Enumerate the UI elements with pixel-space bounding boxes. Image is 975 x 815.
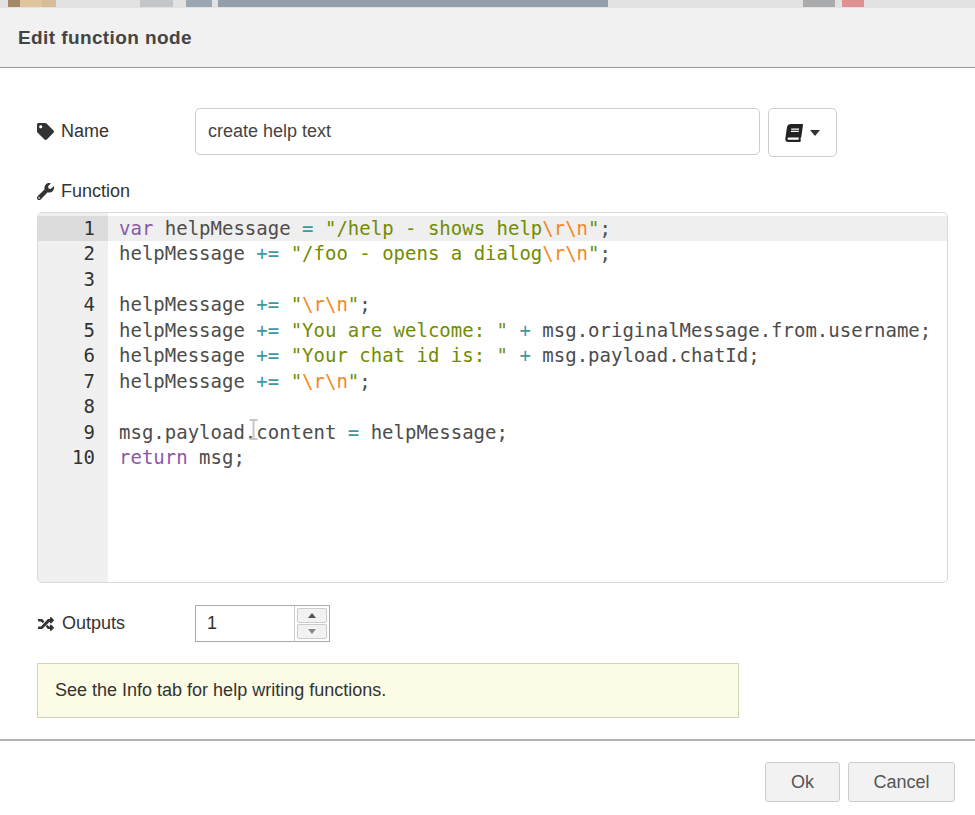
ok-button[interactable]: Ok	[765, 762, 840, 802]
outputs-label: Outputs	[37, 605, 125, 642]
book-icon	[784, 124, 805, 142]
spinner-down-button[interactable]	[297, 624, 327, 639]
code-line: var helpMessage = "/help - shows help\r\…	[108, 216, 947, 241]
backdrop-block	[842, 0, 864, 7]
code-line: helpMessage += "\r\n";	[108, 292, 947, 317]
code-line: helpMessage += "You are welcome: " + msg…	[108, 318, 947, 343]
code-line	[108, 394, 947, 419]
backdrop-block	[42, 0, 56, 7]
wrench-icon	[37, 183, 54, 200]
edit-function-dialog: Edit function node Name Function 1234567…	[0, 0, 975, 815]
spinner-up-button[interactable]	[297, 608, 327, 623]
info-tip-text: See the Info tab for help writing functi…	[55, 680, 386, 701]
code-editor[interactable]: 12345678910 var helpMessage = "/help - s…	[37, 212, 948, 583]
outputs-label-text: Outputs	[62, 613, 125, 634]
name-label: Name	[37, 108, 109, 155]
cancel-button[interactable]: Cancel	[848, 762, 955, 802]
backdrop-block	[218, 0, 608, 7]
spinner-buttons	[294, 606, 329, 641]
line-number: 6	[38, 343, 108, 368]
outputs-input[interactable]: 1	[196, 606, 296, 641]
code-lines: var helpMessage = "/help - shows help\r\…	[108, 213, 947, 582]
code-line: msg.payload.content = helpMessage;	[108, 420, 947, 445]
line-number: 8	[38, 394, 108, 419]
background-page	[0, 0, 975, 8]
name-input[interactable]	[195, 108, 760, 155]
name-label-text: Name	[61, 121, 109, 142]
line-number: 10	[38, 445, 108, 470]
backdrop-block	[803, 0, 835, 7]
code-line: return msg;	[108, 445, 947, 470]
shuffle-icon	[37, 616, 55, 632]
outputs-spinner: 1	[195, 605, 330, 642]
info-tip: See the Info tab for help writing functi…	[37, 663, 739, 718]
library-button[interactable]	[768, 108, 837, 157]
function-label-text: Function	[61, 181, 130, 202]
code-line: helpMessage += "\r\n";	[108, 369, 947, 394]
line-number: 1	[38, 216, 108, 241]
text-cursor-pointer	[247, 418, 260, 445]
footer-divider	[0, 739, 975, 741]
line-number: 5	[38, 318, 108, 343]
arrow-down-icon	[308, 629, 316, 638]
backdrop-block	[140, 0, 173, 7]
backdrop-block	[8, 0, 20, 7]
line-number: 9	[38, 420, 108, 445]
dialog-header: Edit function node	[0, 8, 975, 68]
code-line: helpMessage += "Your chat id is: " + msg…	[108, 343, 947, 368]
line-number: 3	[38, 267, 108, 292]
code-line	[108, 267, 947, 292]
backdrop-block	[20, 0, 42, 7]
line-number: 4	[38, 292, 108, 317]
arrow-up-icon	[308, 609, 316, 618]
backdrop-block	[186, 0, 212, 7]
line-number: 2	[38, 241, 108, 266]
editor-gutter: 12345678910	[38, 213, 108, 582]
chevron-down-icon	[810, 130, 820, 141]
function-label: Function	[37, 178, 130, 204]
line-number: 7	[38, 369, 108, 394]
code-line: helpMessage += "/foo - opens a dialog\r\…	[108, 241, 947, 266]
tag-icon	[37, 123, 54, 140]
dialog-title: Edit function node	[18, 27, 192, 49]
